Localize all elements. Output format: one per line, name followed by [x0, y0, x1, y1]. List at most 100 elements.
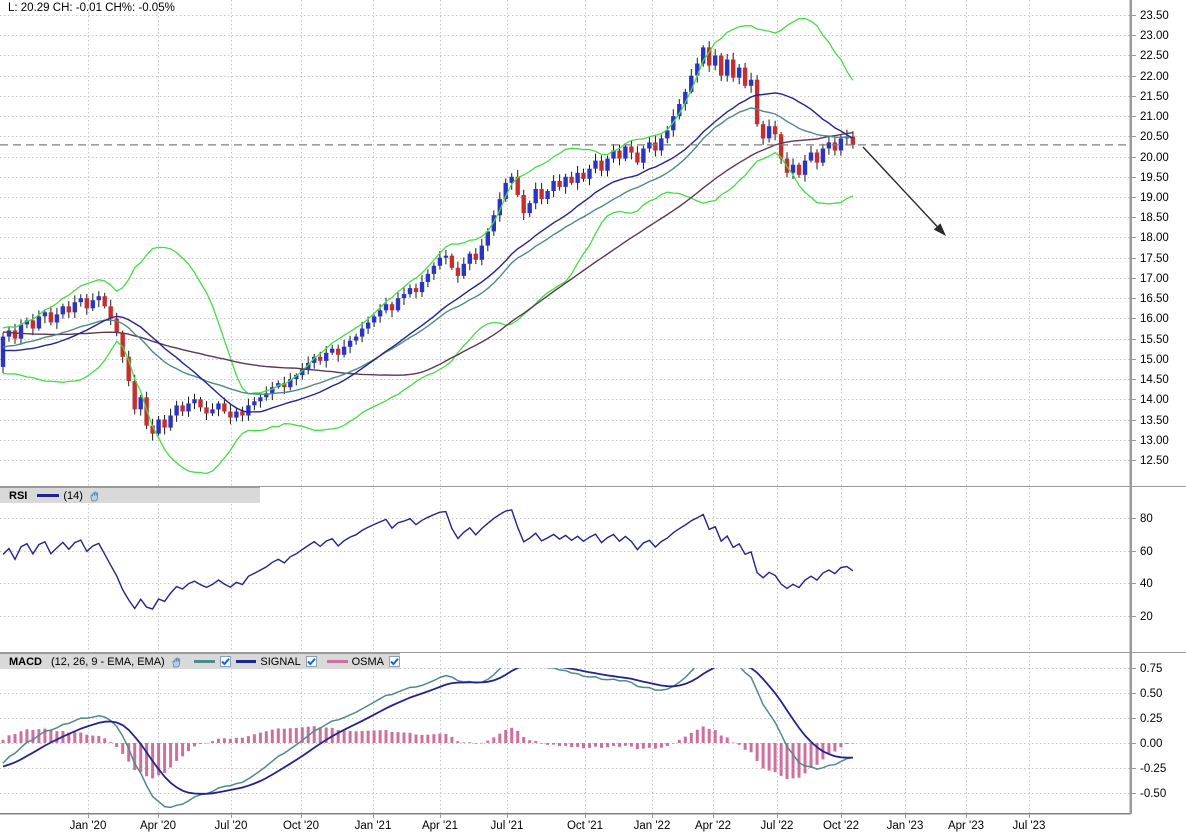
candle [527, 203, 532, 214]
candle [599, 160, 604, 171]
osma-bar [629, 743, 633, 747]
osma-bar [139, 743, 143, 773]
candle [713, 55, 718, 66]
osma-bar [276, 728, 280, 743]
candle [180, 405, 185, 412]
osma-bar [79, 732, 83, 743]
signal-checkbox[interactable] [305, 656, 317, 667]
candle [48, 312, 54, 323]
candle [0, 336, 6, 367]
axis-label: 23.00 [1140, 30, 1169, 42]
osma-bar [582, 743, 585, 749]
candle [748, 79, 754, 86]
osma-bar [211, 741, 214, 743]
osma-bar [498, 733, 502, 743]
candle [36, 316, 42, 329]
candle [42, 312, 48, 317]
axis-label: -0.50 [1140, 788, 1166, 800]
osma-bar [181, 743, 185, 757]
candle [790, 164, 796, 173]
osma-bar [474, 743, 478, 744]
candle [234, 411, 239, 418]
osma-bar [695, 729, 699, 743]
candle [210, 409, 215, 414]
macd-title: MACD [9, 655, 42, 668]
candle [204, 407, 209, 414]
axis-label: 21.00 [1140, 111, 1169, 123]
candle [772, 126, 778, 135]
candle [341, 346, 347, 355]
osma-bar [1, 739, 5, 743]
osma-bar [600, 743, 603, 748]
axis-label: 80 [1140, 513, 1153, 525]
osma-bar [402, 732, 406, 743]
osma-bar [193, 743, 196, 747]
macd-drag-hand-icon[interactable] [171, 655, 184, 668]
candle [401, 294, 407, 299]
osma-bar [755, 743, 759, 762]
axis-label: Apr '23 [948, 820, 984, 832]
osma-bar [761, 743, 765, 769]
candle [228, 411, 233, 418]
candle [521, 195, 526, 214]
osma-bar [91, 735, 95, 743]
osma-bar [701, 726, 705, 743]
candle [90, 300, 95, 309]
candle [443, 255, 449, 258]
osma-bar [594, 743, 597, 747]
macd-line-checkbox[interactable] [219, 656, 231, 667]
axis-label: Jan '20 [70, 820, 107, 832]
axis-label: Jul '21 [491, 820, 524, 832]
candle [605, 158, 610, 171]
osma-bar [450, 737, 454, 743]
osma-bar [570, 743, 574, 748]
osma-bar [420, 734, 424, 743]
candle [551, 180, 556, 191]
osma-bar [492, 737, 496, 743]
osma-bar [534, 740, 538, 743]
osma-bar [258, 732, 262, 743]
osma-bar [252, 734, 256, 743]
rsi-drag-hand-icon[interactable] [89, 489, 102, 502]
osma-bar [312, 726, 316, 743]
axis-label: Jul '20 [215, 820, 248, 832]
candle [6, 330, 12, 337]
axis-label: Oct '22 [823, 820, 859, 832]
candle [60, 306, 65, 315]
candle [437, 257, 443, 266]
axis-label: Jan '21 [355, 820, 392, 832]
osma-bar [115, 743, 119, 747]
candle [359, 328, 365, 337]
osma-bar [390, 732, 394, 743]
candle [353, 336, 359, 341]
candle [389, 304, 395, 311]
osma-bar [564, 743, 568, 746]
candle [719, 55, 724, 76]
osma-checkbox[interactable] [389, 656, 400, 667]
osma-bar [175, 743, 179, 761]
chart-canvas[interactable]: 23.50 23.00 22.50 22.00 21.50 21.00 20.50 20.00… [0, 0, 1186, 838]
candle [778, 134, 784, 159]
candle [731, 59, 736, 78]
candle [186, 403, 191, 412]
candle [575, 172, 580, 183]
osma-bar [767, 743, 771, 771]
axis-label: 14.50 [1140, 374, 1169, 386]
axis-label: 16.50 [1140, 293, 1169, 305]
axis-label: Apr '21 [422, 820, 458, 832]
osma-bar [7, 735, 11, 743]
osma-bar [348, 731, 352, 743]
axis-label: 40 [1140, 578, 1153, 590]
candle [174, 405, 179, 416]
candle [54, 314, 60, 323]
axis-label: 0.50 [1140, 688, 1162, 700]
osma-bar [103, 738, 107, 743]
axis-label: 0.75 [1140, 663, 1162, 675]
osma-bar [779, 743, 783, 776]
signal-line-swatch [235, 660, 257, 663]
candle [461, 263, 466, 276]
osma-bar [468, 742, 472, 743]
osma-bar [845, 743, 849, 744]
osma-bar [432, 734, 436, 743]
candle [641, 148, 646, 163]
